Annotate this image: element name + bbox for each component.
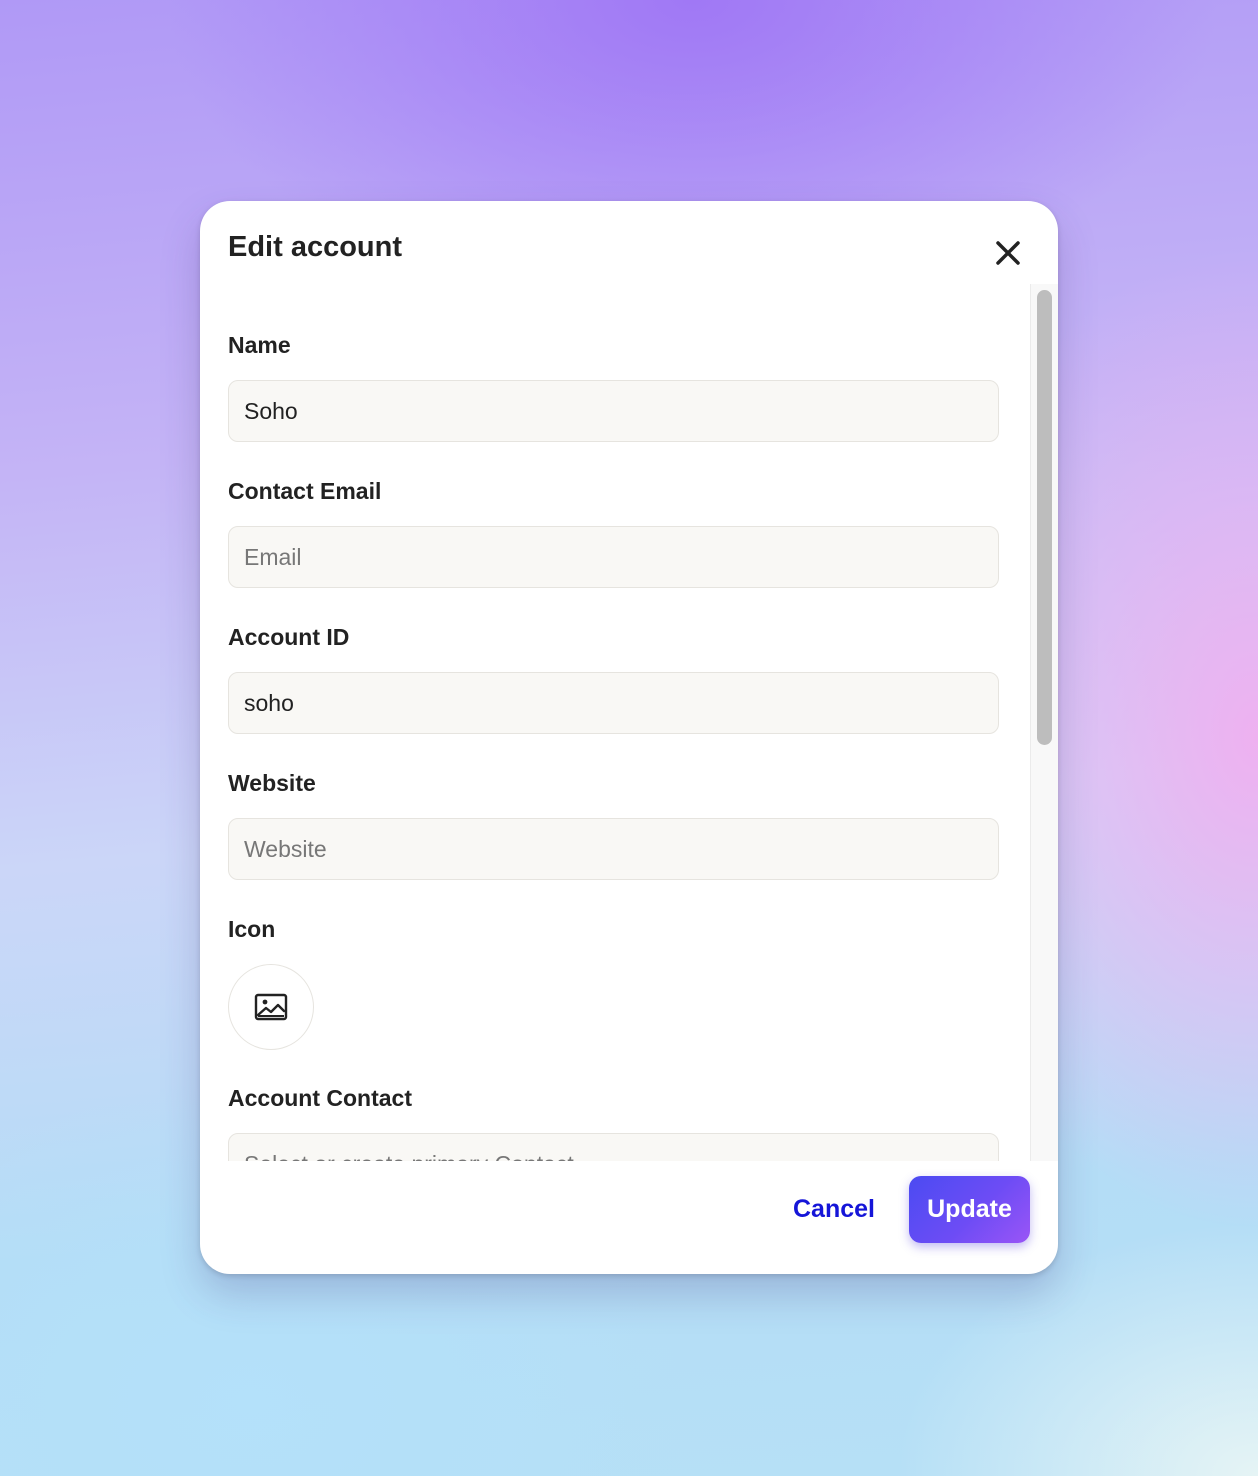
dialog-title: Edit account	[228, 231, 403, 263]
website-input[interactable]	[228, 818, 999, 880]
account-id-label: Account ID	[228, 624, 350, 650]
dialog-body[interactable]: Name Contact Email Account ID Website Ic…	[200, 284, 1031, 1161]
image-icon	[254, 993, 288, 1021]
cancel-button[interactable]: Cancel	[780, 1176, 888, 1242]
account-contact-select[interactable]	[228, 1133, 999, 1161]
website-label: Website	[228, 770, 316, 796]
account-id-input[interactable]	[228, 672, 999, 734]
close-button[interactable]	[990, 235, 1026, 271]
scrollbar-thumb[interactable]	[1037, 290, 1052, 745]
icon-picker-button[interactable]	[228, 964, 314, 1050]
update-button[interactable]: Update	[909, 1176, 1030, 1243]
edit-account-dialog: Edit account Name Contact Email Account …	[200, 201, 1058, 1274]
contact-email-label: Contact Email	[228, 478, 382, 504]
contact-email-input[interactable]	[228, 526, 999, 588]
name-label: Name	[228, 332, 291, 358]
close-icon	[996, 241, 1020, 265]
icon-label: Icon	[228, 916, 276, 942]
name-input[interactable]	[228, 380, 999, 442]
account-contact-label: Account Contact	[228, 1085, 412, 1111]
